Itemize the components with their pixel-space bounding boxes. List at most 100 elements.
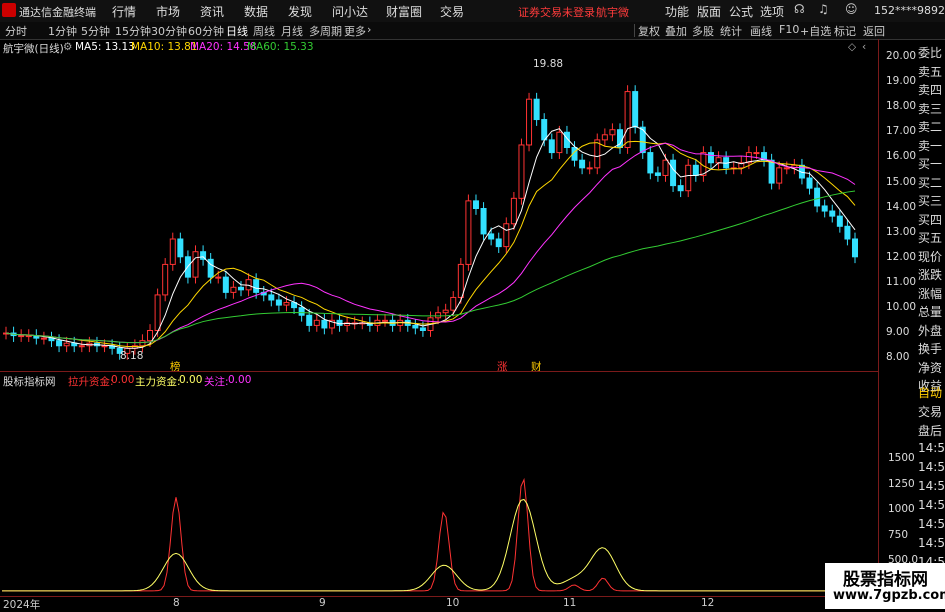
candle-body	[298, 307, 305, 316]
main-chart-title: 航宇微(日线)	[3, 43, 64, 55]
candle-body	[685, 164, 692, 192]
candle-body	[662, 159, 669, 176]
candle-body	[844, 225, 851, 240]
candle-body	[56, 340, 63, 347]
price-tick: 8.00	[886, 351, 910, 364]
candle-body	[230, 286, 237, 293]
candle-body	[654, 172, 661, 176]
candle-body	[814, 187, 821, 207]
candle-body	[692, 164, 699, 176]
candle-body	[707, 152, 714, 164]
tick-list-item: 14:56	[918, 441, 945, 455]
candle-body	[412, 324, 419, 329]
candle-body	[579, 159, 586, 169]
candle-body	[192, 251, 199, 278]
x-tick-aug: 8	[173, 597, 180, 609]
candle-body	[533, 98, 540, 121]
tick-list-item[interactable]: 盘后	[918, 422, 945, 439]
candle-body	[101, 345, 108, 348]
candle-body	[647, 152, 654, 174]
x-tick-dec: 12	[701, 597, 715, 609]
quote-field-label: 净资	[918, 360, 943, 375]
ma10-label: MA10: 13.81	[131, 41, 198, 53]
candlestick-series	[3, 85, 858, 360]
quote-field-label: 换手	[918, 342, 943, 356]
candle-body	[215, 276, 222, 279]
indicator-zhuli-value: 0.00	[179, 374, 203, 386]
quote-field-label: 买一	[918, 157, 943, 171]
candle-body	[78, 345, 85, 348]
candle-body	[677, 185, 684, 192]
price-tick: 9.00	[886, 326, 910, 339]
tick-list-item: 14:56	[918, 479, 945, 493]
indicator-lines	[2, 477, 875, 592]
candle-body	[548, 139, 555, 154]
candle-body	[268, 294, 275, 301]
indicator-guanzhu-value: 0.00	[228, 374, 252, 386]
candle-body	[63, 342, 70, 347]
quote-field-label: 涨幅	[918, 286, 943, 301]
price-tick: 13.00	[886, 225, 917, 238]
lasheng-line	[2, 477, 875, 592]
candle-body	[836, 215, 843, 227]
indicator-guanzhu-label: 关注:	[204, 376, 229, 388]
chart-canvas[interactable]	[0, 0, 945, 609]
candle-body	[177, 238, 184, 258]
candle-body	[601, 134, 608, 141]
candle-body	[457, 263, 464, 298]
quote-field-label: 买四	[918, 212, 943, 227]
candle-body	[510, 197, 517, 225]
quote-field-label: 卖三	[918, 101, 943, 116]
settings-gear-icon[interactable]: ⚙	[63, 41, 72, 53]
price-tick: 20.00	[886, 50, 917, 62]
candle-body	[783, 167, 790, 170]
candle-body	[253, 279, 260, 293]
ma5-label: MA5: 13.13	[75, 41, 135, 53]
candle-body	[169, 238, 176, 265]
indicator-tick: 1250	[888, 477, 915, 490]
watermark-title: 股票指标网	[843, 570, 928, 590]
tick-list-item: 14:56	[918, 517, 945, 531]
candle-body	[283, 302, 290, 306]
price-tick: 19.00	[886, 75, 917, 88]
candle-body	[768, 159, 775, 184]
candle-body	[715, 157, 722, 164]
candle-body	[821, 205, 828, 212]
candle-body	[435, 312, 442, 319]
quote-field-label: 卖一	[918, 138, 943, 153]
candle-body	[829, 210, 836, 217]
candle-body	[18, 335, 25, 338]
diamond-icon[interactable]: ◇	[848, 41, 856, 53]
collapse-icon[interactable]: ‹	[862, 41, 866, 53]
candle-body	[518, 144, 525, 199]
quote-field-label: 总量	[918, 305, 943, 319]
price-tick: 16.00	[886, 150, 917, 163]
watermark-url: www.7gpzb.com	[833, 588, 945, 603]
price-tick: 11.00	[886, 275, 917, 288]
quote-field-label: 外盘	[918, 323, 943, 338]
indicator-zhuli-label: 主力资金:	[135, 376, 181, 388]
indicator-tick: 1000	[888, 503, 915, 515]
indicator-title: 股标指标网	[3, 376, 56, 388]
candle-body	[313, 319, 320, 326]
tick-list-item[interactable]: 交易	[918, 403, 945, 420]
candle-body	[139, 340, 146, 347]
candle-body	[465, 200, 472, 265]
price-tick: 17.00	[886, 125, 917, 138]
tick-list-item[interactable]: 自动	[918, 384, 945, 401]
candle-body	[147, 330, 154, 342]
quote-field-label: 卖四	[918, 83, 943, 97]
candle-body	[450, 296, 457, 311]
candle-body	[753, 152, 760, 155]
indicator-tick: 750	[888, 528, 909, 541]
candle-body	[222, 276, 229, 293]
candle-body	[237, 286, 244, 291]
candle-body	[275, 299, 282, 306]
candle-body	[806, 177, 813, 189]
x-tick-sep: 9	[319, 597, 326, 609]
x-tick-nov: 11	[563, 597, 577, 609]
candle-body	[624, 91, 631, 149]
quote-field-label: 委比	[918, 46, 943, 60]
candle-body	[382, 319, 389, 322]
indicator-lasheng-value: 0.00	[111, 374, 135, 386]
